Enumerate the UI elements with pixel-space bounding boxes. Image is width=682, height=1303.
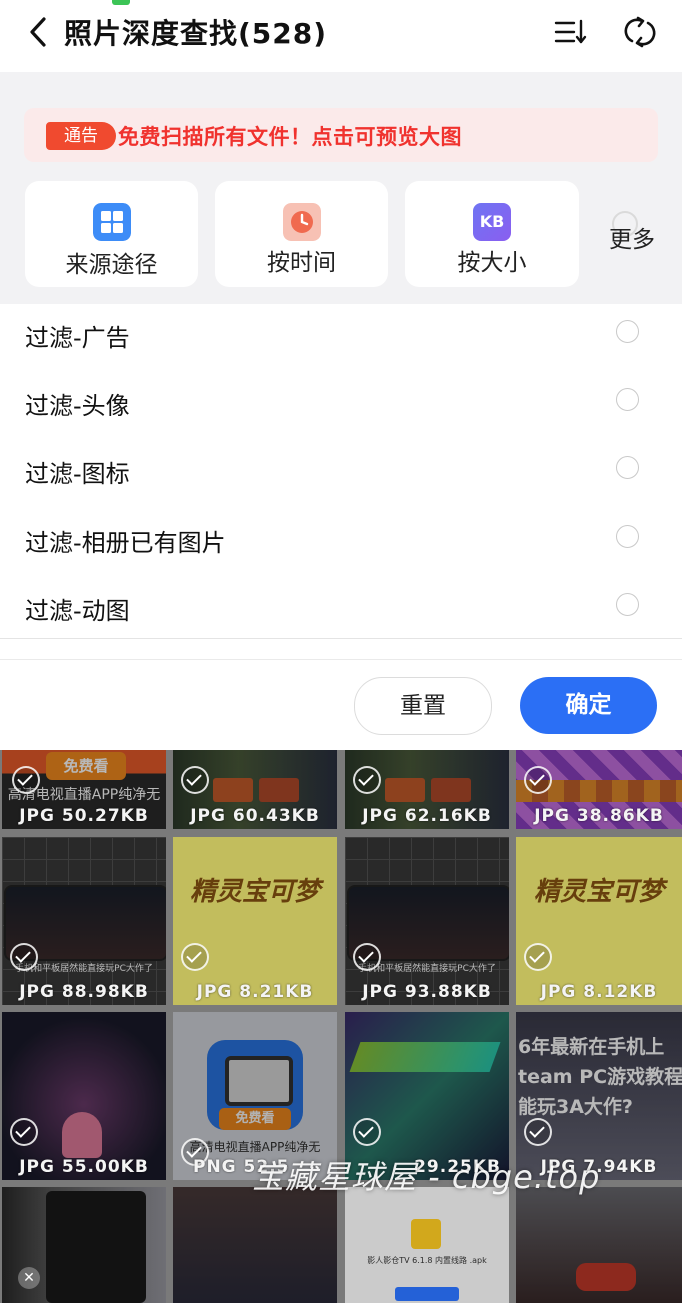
file-size-label: JPG 93.88KB [362, 982, 492, 1002]
filter-card-label: 按大小 [457, 250, 527, 276]
file-size-label: JPG 88.98KB [19, 982, 149, 1002]
tile-shade [173, 1187, 337, 1303]
photo-tile[interactable]: JPG 55.00KB [2, 1012, 166, 1180]
check-icon[interactable] [524, 1118, 552, 1146]
tile-shade [516, 1187, 682, 1303]
check-icon[interactable] [12, 766, 40, 794]
option-label: 过滤-相册已有图片 [25, 529, 226, 557]
check-icon[interactable] [353, 943, 381, 971]
check-icon[interactable] [524, 766, 552, 794]
divider [0, 659, 682, 660]
divider [0, 638, 682, 639]
filter-card-label: 来源途径 [65, 252, 158, 278]
file-size-label: JPG 60.43KB [190, 806, 320, 826]
notice-tag: 通告 [46, 122, 116, 150]
check-icon[interactable] [10, 1118, 38, 1146]
photo-tile[interactable]: 手机和平板居然能直接玩PC大作了 JPG 88.98KB [2, 837, 166, 1005]
more-button[interactable]: 更多 [609, 220, 655, 254]
clock-icon [282, 203, 321, 241]
close-icon[interactable]: ✕ [18, 1267, 40, 1289]
filter-card-size[interactable]: KB 按大小 [405, 181, 579, 287]
watermark: 宝藏星球屋 - cbge.top [252, 1158, 601, 1196]
grid-apps-icon [92, 203, 131, 241]
check-icon[interactable] [524, 943, 552, 971]
status-indicator [112, 0, 130, 5]
reset-button[interactable]: 重置 [354, 677, 492, 735]
check-icon[interactable] [353, 1118, 381, 1146]
file-size-label: JPG 8.21KB [196, 982, 314, 1002]
header-bar: 照片深度查找(528) [0, 0, 682, 72]
option-filter-avatar[interactable]: 过滤-头像 [0, 372, 682, 440]
option-filter-ads[interactable]: 过滤-广告 [0, 304, 682, 372]
check-icon[interactable] [353, 766, 381, 794]
filter-panel: 通告 免费扫描所有文件！点击可预览大图 来源途径 按时间 KB 按大小 更多 [0, 72, 682, 304]
file-size-label: JPG 50.27KB [19, 806, 149, 826]
option-filter-animated[interactable]: 过滤-动图 [0, 577, 682, 645]
photo-tile[interactable]: JPG 62.16KB [345, 750, 509, 829]
tile-shade [2, 837, 166, 1005]
check-icon[interactable] [10, 943, 38, 971]
notice-banner[interactable]: 通告 免费扫描所有文件！点击可预览大图 [24, 108, 658, 162]
back-chevron-icon[interactable] [22, 14, 58, 50]
tile-shade [345, 1187, 509, 1303]
check-icon[interactable] [181, 943, 209, 971]
page-title: 照片深度查找(528) [64, 17, 328, 50]
radio-button[interactable] [616, 320, 639, 343]
filter-card-source[interactable]: 来源途径 [25, 181, 198, 287]
photo-tile[interactable]: JPG 60.43KB [173, 750, 337, 829]
tile-shade [173, 837, 337, 1005]
photo-tile[interactable]: 精灵宝可梦 JPG 8.12KB [516, 837, 682, 1005]
sort-icon[interactable] [550, 14, 590, 50]
filter-card-time[interactable]: 按时间 [215, 181, 388, 287]
option-filter-icon[interactable]: 过滤-图标 [0, 440, 682, 508]
photo-tile[interactable]: ✕ [2, 1187, 166, 1303]
check-icon[interactable] [181, 766, 209, 794]
tile-shade [516, 837, 682, 1005]
file-size-label: JPG 38.86KB [534, 806, 664, 826]
option-label: 过滤-广告 [25, 324, 130, 352]
photo-tile[interactable]: 精灵宝可梦 JPG 8.21KB [173, 837, 337, 1005]
tile-shade [2, 1012, 166, 1180]
file-size-label: JPG 62.16KB [362, 806, 492, 826]
radio-button[interactable] [616, 388, 639, 411]
filter-card-label: 按时间 [267, 250, 336, 276]
photo-tile[interactable]: JPG 38.86KB [516, 750, 682, 829]
notice-text: 免费扫描所有文件！点击可预览大图 [118, 125, 462, 149]
option-label: 过滤-头像 [25, 392, 130, 420]
option-label: 过滤-图标 [25, 460, 130, 488]
radio-button[interactable] [616, 593, 639, 616]
photo-grid: 免费看 高清电视直播APP纯净无 JPG 50.27KB JPG 60.43KB… [0, 750, 682, 1303]
confirm-button[interactable]: 确定 [520, 677, 657, 734]
file-size-label: JPG 55.00KB [19, 1157, 149, 1177]
photo-tile[interactable]: 免费看 高清电视直播APP纯净无 JPG 50.27KB [2, 750, 166, 829]
option-filter-album-existing[interactable]: 过滤-相册已有图片 [0, 509, 682, 577]
tile-shade [345, 837, 509, 1005]
kb-size-icon: KB [473, 203, 511, 241]
radio-button[interactable] [616, 525, 639, 548]
photo-tile[interactable] [173, 1187, 337, 1303]
photo-tile[interactable] [516, 1187, 682, 1303]
option-label: 过滤-动图 [25, 597, 130, 625]
file-size-label: JPG 8.12KB [540, 982, 658, 1002]
photo-tile[interactable]: 影人影仓TV 6.1.8 内置线路 .apk [345, 1187, 509, 1303]
photo-tile[interactable]: 手机和平板居然能直接玩PC大作了 JPG 93.88KB [345, 837, 509, 1005]
refresh-icon[interactable] [620, 13, 660, 51]
radio-button[interactable] [616, 456, 639, 479]
